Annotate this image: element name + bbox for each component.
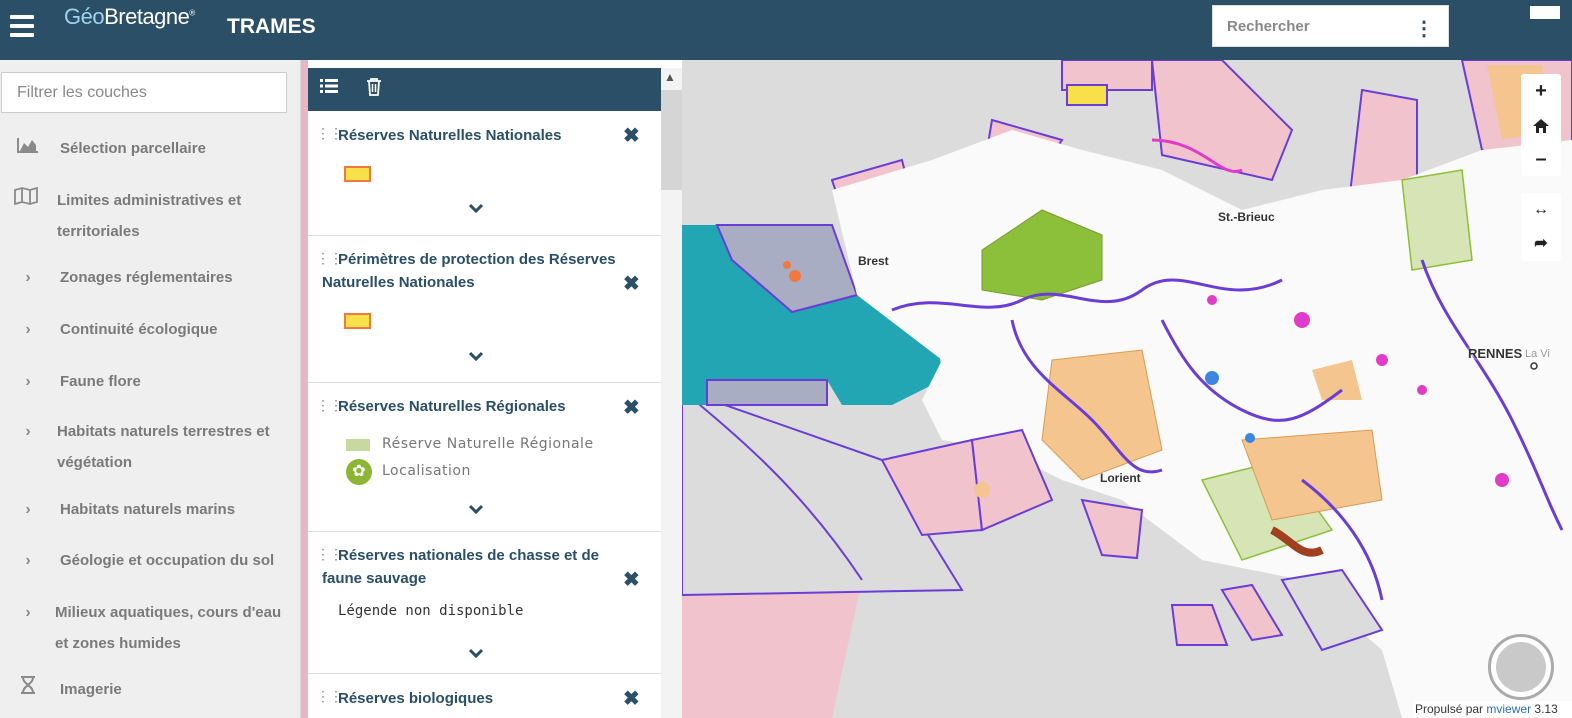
layer-title: Réserves nationales de chasse et de faun… [322, 547, 599, 587]
area-chart-icon [16, 133, 40, 164]
trash-icon[interactable] [366, 78, 382, 101]
chevron-down-icon[interactable] [468, 645, 484, 663]
measure-icon[interactable]: ↔ [1521, 193, 1561, 227]
chevron-right-icon: › [25, 269, 31, 286]
top-header: GéoBretagne® TRAMES ⋮ [0, 0, 1572, 60]
panel-toolbar [308, 68, 661, 111]
layer-title: Réserves biologiques [338, 690, 494, 707]
map-canvas [682, 60, 1572, 718]
toggle-box[interactable] [1530, 6, 1560, 19]
map-icon [14, 185, 38, 216]
close-icon[interactable]: ✖ [623, 567, 640, 592]
layer-card: ⋮⋮ Réserves biologiques ✖ [308, 674, 661, 718]
hourglass-icon [16, 674, 40, 705]
share-icon[interactable]: ➦ [1521, 227, 1561, 261]
legend-swatch [344, 166, 371, 182]
app-title: TRAMES [227, 15, 316, 38]
list-icon[interactable] [320, 78, 338, 99]
more-vertical-icon[interactable]: ⋮ [1414, 16, 1434, 41]
attribution: Propulsé par mviewer 3.13 [1413, 701, 1572, 718]
sidebar-item-label: Faune flore [60, 373, 141, 390]
city-label: Brest [858, 254, 889, 268]
mviewer-link[interactable]: mviewer [1486, 702, 1531, 716]
filter-layers-input[interactable]: Filtrer les couches [1, 72, 287, 113]
sidebar-item-label: Géologie et occupation du sol [60, 552, 275, 569]
sidebar-item-label: Habitats naturels terrestres et végétati… [57, 423, 270, 471]
legend-label: Réserve Naturelle Régionale [382, 436, 594, 452]
city-label: St.-Brieuc [1218, 210, 1275, 224]
city-label-partial: La Vi [1525, 348, 1550, 360]
layer-title: Réserves Naturelles Régionales [338, 398, 566, 415]
close-icon[interactable]: ✖ [623, 686, 640, 711]
chevron-down-icon[interactable] [468, 501, 484, 519]
chevron-right-icon: › [25, 423, 31, 440]
scrollbar-thumb[interactable] [661, 90, 682, 190]
zoom-out-button[interactable]: – [1521, 142, 1561, 176]
chevron-right-icon: › [25, 373, 31, 390]
close-icon[interactable]: ✖ [623, 123, 640, 148]
layer-catalog-sidebar: Filtrer les couches Sélection parcellair… [0, 60, 301, 718]
chevron-right-icon: › [25, 321, 31, 338]
menu-icon[interactable] [10, 15, 34, 39]
chevron-right-icon: › [25, 552, 31, 569]
legend-swatch [344, 313, 371, 329]
sidebar-item-label: Imagerie [60, 681, 122, 698]
chevron-down-icon[interactable] [468, 348, 484, 366]
layer-card: ⋮⋮ Réserves nationales de chasse et de f… [308, 532, 661, 674]
sidebar-item-label: Zonages réglementaires [60, 269, 233, 286]
overview-map[interactable] [1488, 634, 1554, 700]
layer-title: Réserves Naturelles Nationales [338, 127, 562, 144]
legend-label: Localisation [382, 463, 471, 479]
map-view[interactable]: Brest St.-Brieuc RENNES La Vi Lorient [682, 60, 1572, 718]
map-edge [301, 60, 308, 718]
legend-swatch-green [346, 439, 370, 451]
flower-icon: ✿ [346, 459, 372, 485]
search-input[interactable] [1213, 6, 1401, 46]
logo[interactable]: GéoBretagne® [64, 4, 195, 30]
active-layers-panel: ⋮⋮ Réserves Naturelles Nationales ✖ ⋮⋮ P… [308, 68, 661, 718]
sidebar-item-label: Limites administratives et territoriales [57, 192, 242, 240]
overview-inner [1496, 642, 1546, 692]
search-box: ⋮ [1212, 5, 1449, 47]
close-icon[interactable]: ✖ [623, 395, 640, 420]
home-icon[interactable] [1521, 108, 1561, 142]
layer-card: ⋮⋮ Réserves Naturelles Nationales ✖ [308, 111, 661, 236]
city-label: Lorient [1100, 471, 1141, 485]
sidebar-item-label: Milieux aquatiques, cours d'eau et zones… [55, 604, 282, 652]
scroll-up-icon[interactable]: ▲ [664, 70, 676, 84]
chevron-right-icon: › [25, 501, 31, 518]
sidebar-item-label: Continuité écologique [60, 321, 218, 338]
sidebar-item-label: Habitats naturels marins [60, 501, 236, 518]
zoom-in-button[interactable]: + [1521, 74, 1561, 108]
layer-card: ⋮⋮ Réserves Naturelles Régionales ✖ Rése… [308, 383, 661, 532]
legend-unavailable: Légende non disponible [338, 603, 524, 619]
city-label: RENNES [1468, 346, 1523, 361]
nav-controls: ↔ ➦ [1521, 193, 1561, 261]
chevron-down-icon[interactable] [468, 200, 484, 218]
layer-card: ⋮⋮ Périmètres de protection des Réserves… [308, 236, 661, 383]
sidebar-item-label: Sélection parcellaire [60, 140, 206, 157]
layer-title: Périmètres de protection des Réserves Na… [322, 251, 616, 291]
close-icon[interactable]: ✖ [623, 271, 640, 296]
zoom-controls: + – [1521, 74, 1561, 176]
chevron-right-icon: › [25, 604, 31, 621]
